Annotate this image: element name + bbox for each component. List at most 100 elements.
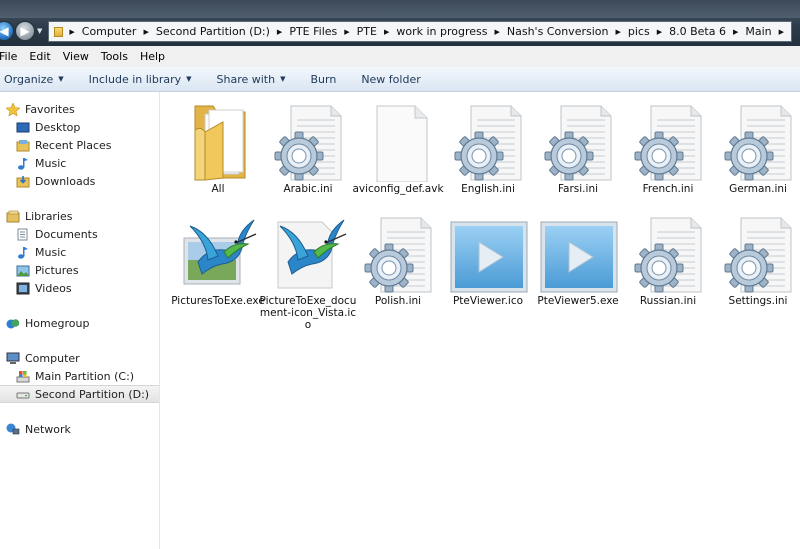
- file-item[interactable]: aviconfig_def.avk: [352, 100, 444, 210]
- new-folder-button[interactable]: New folder: [361, 73, 420, 86]
- nav-music-library[interactable]: Music: [16, 243, 175, 261]
- breadcrumb-item[interactable]: Main ▶: [745, 25, 791, 38]
- new-folder-label: New folder: [361, 72, 421, 86]
- nav-label: Documents: [35, 227, 98, 241]
- nav-label: Homegroup: [25, 316, 90, 330]
- file-item[interactable]: PteViewer.ico: [442, 212, 534, 322]
- file-name: Settings.ini: [728, 295, 788, 307]
- file-item[interactable]: Polish.ini: [352, 212, 444, 322]
- nav-label: Music: [35, 156, 67, 170]
- file-name: German.ini: [729, 183, 787, 195]
- breadcrumb-item[interactable]: PTE ▶: [357, 25, 397, 38]
- breadcrumb-item[interactable]: Nash's Conversion ▶: [507, 25, 628, 38]
- file-item[interactable]: French.ini: [622, 100, 714, 210]
- nav-label: Computer: [25, 351, 80, 365]
- network-icon: [6, 423, 20, 436]
- nav-label: Second Partition (D:): [35, 387, 150, 401]
- menu-view[interactable]: View: [63, 50, 97, 63]
- nav-main-partition[interactable]: Main Partition (C:): [16, 367, 175, 385]
- nav-label: Libraries: [25, 209, 73, 223]
- system-drive-icon: [16, 370, 30, 383]
- file-item[interactable]: PictureToExe_document-icon_Vista.ico: [260, 212, 356, 331]
- include-in-library-button[interactable]: Include in library ▼: [89, 73, 192, 86]
- hummingbird-app-icon: [178, 212, 260, 294]
- menu-help[interactable]: Help: [140, 50, 173, 63]
- blank-file-icon: [358, 100, 440, 182]
- nav-label: Downloads: [35, 174, 96, 188]
- file-item[interactable]: Arabic.ini: [262, 100, 354, 210]
- libraries-icon: [6, 210, 20, 223]
- nav-label: Pictures: [35, 263, 79, 277]
- settings-file-icon: [628, 100, 710, 182]
- documents-icon: [16, 228, 30, 241]
- file-item[interactable]: Farsi.ini: [532, 100, 624, 210]
- file-name: aviconfig_def.avk: [352, 183, 444, 195]
- nav-second-partition[interactable]: Second Partition (D:): [0, 385, 159, 403]
- breadcrumb-item[interactable]: 8.0 Beta 6 ▶: [669, 25, 745, 38]
- file-item[interactable]: Russian.ini: [622, 212, 714, 322]
- nav-computer[interactable]: Computer: [6, 349, 165, 367]
- nav-desktop[interactable]: Desktop: [16, 118, 175, 136]
- file-item[interactable]: English.ini: [442, 100, 534, 210]
- burn-button[interactable]: Burn: [310, 73, 336, 86]
- forward-button[interactable]: ▶: [15, 21, 35, 41]
- burn-label: Burn: [310, 72, 337, 86]
- nav-network[interactable]: Network: [6, 420, 165, 438]
- file-item[interactable]: PicturesToExe.exe: [171, 212, 265, 322]
- recent-places-icon: [16, 139, 30, 152]
- include-label: Include in library: [88, 72, 182, 86]
- file-name: PictureToExe_document-icon_Vista.ico: [259, 295, 357, 331]
- settings-file-icon: [268, 100, 350, 182]
- menu-bar: File Edit View Tools Help: [0, 46, 800, 67]
- folder-icon: [178, 100, 260, 182]
- menu-tools[interactable]: Tools: [101, 50, 136, 63]
- nav-label: Music: [35, 245, 67, 259]
- hummingbird-document-icon: [268, 212, 350, 294]
- file-name: English.ini: [461, 183, 515, 195]
- file-name: Russian.ini: [639, 295, 697, 307]
- videos-icon: [16, 282, 30, 295]
- file-name: PicturesToExe.exe: [171, 295, 265, 307]
- pictures-icon: [16, 264, 30, 277]
- organize-button[interactable]: Organize ▼: [4, 73, 64, 86]
- chevron-down-icon: ▼: [280, 75, 286, 83]
- file-item[interactable]: All: [172, 100, 264, 210]
- settings-file-icon: [628, 212, 710, 294]
- back-button[interactable]: ◀: [0, 21, 14, 41]
- nav-recent-places[interactable]: Recent Places: [16, 136, 175, 154]
- navigation-pane: Favorites Desktop Recent Places Music Do…: [0, 92, 160, 549]
- command-bar: Organize ▼ Include in library ▼ Share with…: [0, 67, 800, 92]
- nav-downloads[interactable]: Downloads: [16, 172, 175, 190]
- file-name: French.ini: [642, 183, 694, 195]
- file-item[interactable]: Settings.ini: [712, 212, 800, 322]
- breadcrumb-item[interactable]: Second Partition (D:) ▶: [156, 25, 289, 38]
- file-name: PteViewer.ico: [452, 295, 524, 307]
- nav-music-favorite[interactable]: Music: [16, 154, 175, 172]
- menu-edit[interactable]: Edit: [29, 50, 58, 63]
- drive-icon: [16, 388, 30, 401]
- homegroup-icon: [6, 317, 20, 330]
- breadcrumb-item[interactable]: PTE Files ▶: [289, 25, 356, 38]
- share-with-button[interactable]: Share with ▼: [217, 73, 286, 86]
- breadcrumb-item[interactable]: work in progress ▶: [396, 25, 507, 38]
- nav-libraries[interactable]: Libraries: [6, 207, 165, 225]
- computer-icon: [6, 352, 20, 365]
- nav-label: Favorites: [25, 102, 75, 116]
- recent-pages-dropdown-icon[interactable]: ▼: [37, 27, 45, 35]
- nav-documents[interactable]: Documents: [16, 225, 175, 243]
- settings-file-icon: [448, 100, 530, 182]
- forward-arrow-icon: ▶: [20, 24, 30, 38]
- chevron-down-icon: ▼: [186, 75, 192, 83]
- nav-pictures[interactable]: Pictures: [16, 261, 175, 279]
- address-bar[interactable]: ▶ Computer ▶ Second Partition (D:) ▶ PTE F…: [48, 21, 792, 42]
- breadcrumb-root-arrow[interactable]: ▶: [69, 28, 81, 36]
- nav-favorites[interactable]: Favorites: [6, 100, 165, 118]
- nav-videos[interactable]: Videos: [16, 279, 175, 297]
- file-item[interactable]: PteViewer5.exe: [532, 212, 624, 322]
- breadcrumb-item[interactable]: Computer ▶: [82, 25, 156, 38]
- menu-file[interactable]: File: [0, 50, 25, 63]
- file-item[interactable]: German.ini: [712, 100, 800, 210]
- nav-homegroup[interactable]: Homegroup: [6, 314, 165, 332]
- breadcrumb-item[interactable]: pics ▶: [628, 25, 669, 38]
- address-folder-icon: [54, 26, 64, 37]
